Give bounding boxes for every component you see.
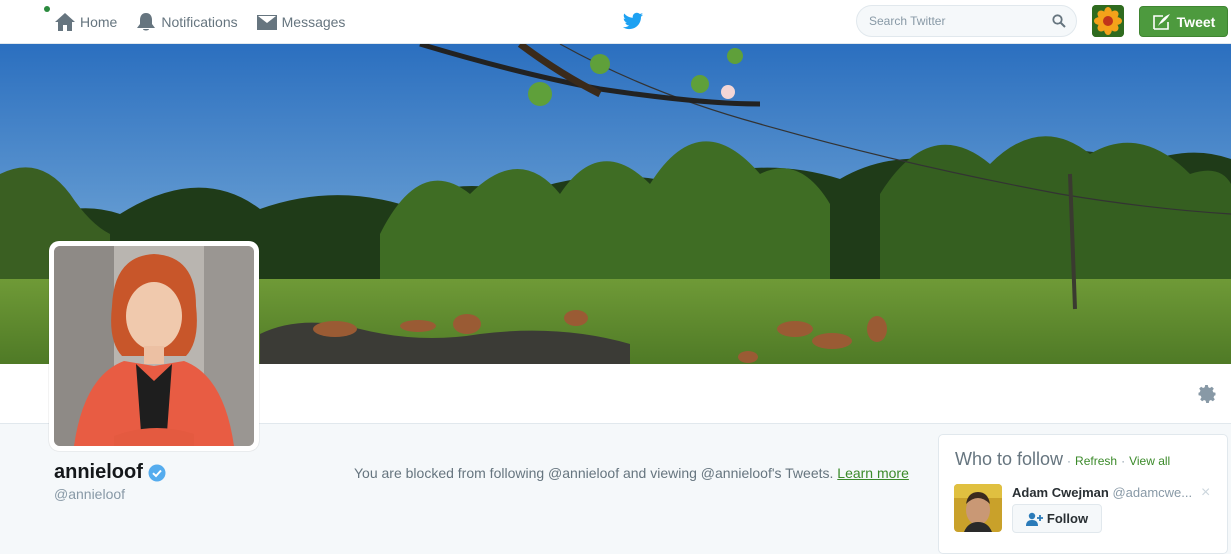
separator-dot: · [1067, 454, 1072, 468]
top-navigation-bar: Home Notifications Messages Twe [0, 0, 1231, 44]
dismiss-suggestion-icon[interactable]: × [1201, 484, 1210, 502]
suggested-user-name[interactable]: Adam Cwejman @adamcwe... [1012, 485, 1192, 500]
nav-home[interactable]: Home [44, 0, 131, 44]
suggested-user: Adam Cwejman @adamcwe... × Follow [954, 484, 1219, 534]
refresh-link[interactable]: Refresh [1075, 454, 1117, 468]
suggested-user-avatar[interactable] [954, 484, 1002, 532]
suggested-user-photo [954, 484, 1002, 532]
who-to-follow-header: Who to follow · Refresh · View all [955, 449, 1170, 470]
search-icon[interactable] [1052, 14, 1066, 28]
nav-messages-label: Messages [281, 14, 346, 30]
profile-avatar[interactable] [49, 241, 259, 451]
twitter-bird-icon[interactable] [622, 10, 644, 32]
gear-icon[interactable] [1197, 384, 1217, 404]
global-nav: Home Notifications Messages [44, 0, 360, 44]
nav-notifications-label: Notifications [161, 14, 238, 30]
envelope-icon [256, 15, 277, 30]
blocked-message-text: You are blocked from following @annieloo… [354, 465, 834, 481]
home-icon [55, 13, 75, 31]
profile-fullname: annieloof [54, 461, 166, 484]
nav-home-label: Home [80, 14, 118, 30]
tweet-button-label: Tweet [1176, 13, 1216, 30]
blocked-message: You are blocked from following @annieloo… [354, 465, 909, 481]
who-to-follow-title: Who to follow [955, 449, 1064, 469]
profile-photo [54, 246, 254, 446]
follow-button[interactable]: Follow [1012, 504, 1102, 533]
compose-icon [1152, 13, 1170, 30]
profile-screen-name: @annieloof [54, 486, 126, 502]
profile-fullname-text: annieloof [54, 461, 143, 483]
suggested-user-fullname: Adam Cwejman [1012, 485, 1109, 500]
add-user-icon [1025, 512, 1043, 526]
profile-name-block: annieloof @annieloof [54, 461, 166, 502]
flower-avatar-image [1092, 5, 1124, 37]
follow-button-label: Follow [1046, 511, 1089, 526]
learn-more-link[interactable]: Learn more [837, 465, 909, 481]
search-box [856, 5, 1077, 37]
account-avatar[interactable] [1092, 5, 1124, 37]
verified-badge-icon [148, 464, 166, 481]
suggested-user-handle: @adamcwe... [1112, 485, 1193, 500]
search-input[interactable] [857, 6, 1037, 36]
new-indicator-dot [44, 6, 50, 12]
tweet-button[interactable]: Tweet [1139, 6, 1228, 37]
bell-icon [137, 13, 156, 31]
nav-notifications[interactable]: Notifications [131, 0, 251, 44]
who-to-follow-module: Who to follow · Refresh · View all Adam … [938, 434, 1228, 554]
separator-dot: · [1121, 454, 1126, 468]
view-all-link[interactable]: View all [1129, 454, 1170, 468]
nav-messages[interactable]: Messages [252, 0, 360, 44]
